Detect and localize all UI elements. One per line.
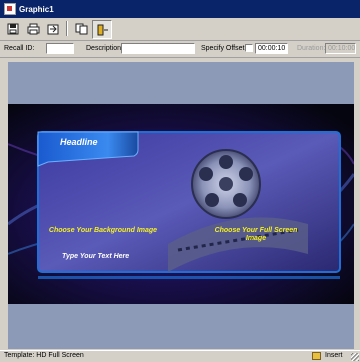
description-field[interactable] [121, 43, 195, 54]
canvas-area: Headline Choose Your Background Image Ch… [8, 62, 354, 349]
layout-button[interactable] [92, 20, 112, 39]
title-bar[interactable]: Graphic1 [0, 0, 360, 18]
headline-text[interactable]: Headline [60, 137, 98, 147]
app-icon[interactable] [4, 3, 16, 15]
fields-bar: Recall ID: Description: Specify Offset: … [0, 41, 360, 58]
graphic-window: Graphic1 Recall ID: Description: Specify… [0, 0, 360, 362]
toolbar-separator [66, 21, 68, 36]
save-button[interactable] [4, 20, 22, 37]
full-screen-image-placeholder[interactable]: Choose Your Full Screen Image [204, 227, 308, 243]
export-button[interactable] [44, 20, 62, 37]
template-background [8, 104, 354, 304]
text-placeholder[interactable]: Type Your Text Here [62, 253, 129, 260]
graphic-preview[interactable]: Headline Choose Your Background Image Ch… [8, 104, 354, 304]
duplicate-icon [75, 23, 87, 34]
specify-offset-checkbox[interactable] [245, 44, 253, 52]
description-label: Description: [86, 45, 123, 52]
background-image-placeholder[interactable]: Choose Your Background Image [48, 227, 158, 235]
window-title: Graphic1 [19, 4, 54, 14]
print-button[interactable] [24, 20, 42, 37]
layout-icon [97, 24, 108, 35]
recall-id-field[interactable] [46, 43, 74, 54]
status-mode: Insert [325, 352, 343, 359]
specify-offset-label: Specify Offset: [201, 45, 247, 52]
status-template: Template: HD Full Screen [4, 352, 84, 359]
duration-label: Duration: [297, 45, 326, 52]
offset-field[interactable]: 00:00:10 [255, 43, 288, 54]
duration-field[interactable]: 00:10:00 [325, 43, 356, 54]
status-bar: Template: HD Full Screen Insert [0, 350, 360, 362]
recall-id-label: Recall ID: [4, 45, 35, 52]
print-icon [27, 23, 39, 34]
save-icon [7, 23, 19, 34]
toolbar [0, 18, 360, 41]
duplicate-button[interactable] [72, 20, 90, 37]
export-icon [47, 24, 59, 34]
resize-grip[interactable] [351, 353, 359, 361]
lock-icon [312, 352, 321, 360]
